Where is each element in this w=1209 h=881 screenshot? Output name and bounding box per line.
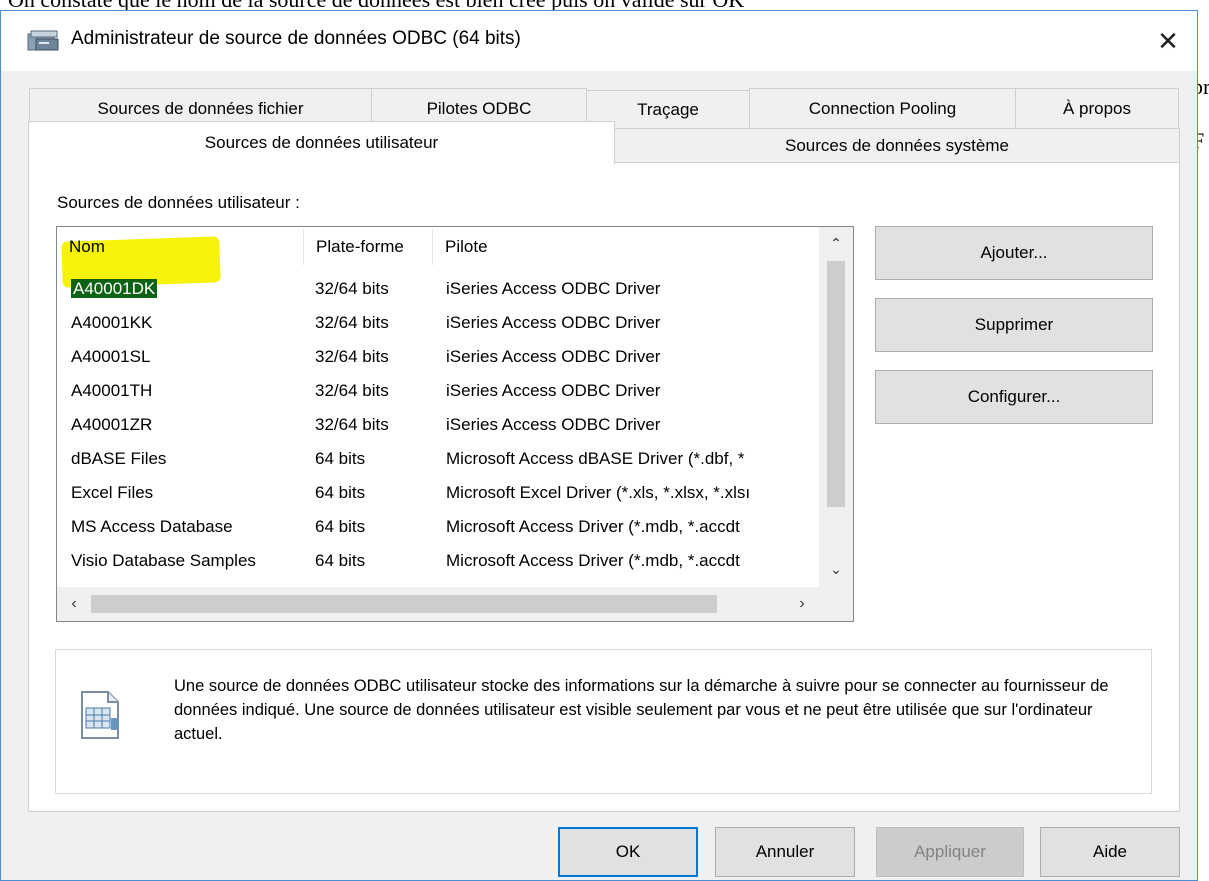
window-title: Administrateur de source de données ODBC… (71, 28, 521, 49)
table-row[interactable]: Excel Files 64 bits Microsoft Excel Driv… (57, 476, 817, 510)
data-source-icon (81, 691, 119, 739)
cell-plateforme: 64 bits (315, 551, 366, 570)
vertical-scroll-thumb[interactable] (827, 261, 845, 507)
info-box: Une source de données ODBC utilisateur s… (55, 649, 1152, 794)
cell-plateforme: 32/64 bits (315, 347, 389, 366)
configure-button[interactable]: Configurer... (875, 370, 1153, 424)
remove-button[interactable]: Supprimer (875, 298, 1153, 352)
table-row[interactable]: A40001TH 32/64 bits iSeries Access ODBC … (57, 374, 817, 408)
close-icon: ✕ (1157, 25, 1179, 56)
cell-nom: A40001SL (71, 347, 151, 366)
title-bar[interactable]: Administrateur de source de données ODBC… (1, 11, 1197, 71)
cell-pilote: iSeries Access ODBC Driver (446, 279, 661, 298)
cell-pilote: iSeries Access ODBC Driver (446, 347, 661, 366)
odbc-admin-icon (27, 30, 59, 51)
apply-button[interactable]: Appliquer (876, 827, 1024, 877)
horizontal-scroll-thumb[interactable] (91, 595, 717, 613)
cell-pilote: Microsoft Access dBASE Driver (*.dbf, * (446, 449, 745, 468)
horizontal-scrollbar[interactable]: ‹ › (57, 587, 819, 621)
add-button[interactable]: Ajouter... (875, 226, 1153, 280)
tab-a-propos[interactable]: À propos (1015, 88, 1179, 130)
cell-pilote: iSeries Access ODBC Driver (446, 415, 661, 434)
cell-plateforme: 32/64 bits (315, 279, 389, 298)
tab-sources-systeme[interactable]: Sources de données système (614, 128, 1180, 163)
cell-plateforme: 64 bits (315, 449, 366, 468)
cell-pilote: iSeries Access ODBC Driver (446, 381, 661, 400)
column-header-nom[interactable]: Nom (57, 227, 303, 267)
cell-nom: MS Access Database (71, 517, 233, 536)
cell-pilote: Microsoft Excel Driver (*.xls, *.xlsx, *… (446, 483, 751, 502)
table-row[interactable]: Visio Database Samples 64 bits Microsoft… (57, 544, 817, 578)
cell-nom: Excel Files (71, 483, 154, 502)
list-header: Nom Plate-forme Pilote (57, 227, 817, 267)
table-row[interactable]: A40001SL 32/64 bits iSeries Access ODBC … (57, 340, 817, 374)
cell-nom: Visio Database Samples (71, 551, 256, 570)
table-row[interactable]: MS Access Database 64 bits Microsoft Acc… (57, 510, 817, 544)
cell-plateforme: 32/64 bits (315, 381, 389, 400)
odbc-admin-dialog: Administrateur de source de données ODBC… (0, 10, 1198, 881)
scroll-left-icon[interactable]: ‹ (57, 587, 91, 621)
scroll-right-icon[interactable]: › (785, 587, 819, 621)
tab-connection-pooling[interactable]: Connection Pooling (749, 88, 1016, 130)
cell-plateforme: 32/64 bits (315, 313, 389, 332)
table-row[interactable]: A40001KK 32/64 bits iSeries Access ODBC … (57, 306, 817, 340)
table-row[interactable]: A40001DK 32/64 bits iSeries Access ODBC … (57, 272, 817, 306)
scroll-down-icon[interactable]: ⌄ (819, 553, 853, 585)
vertical-scrollbar[interactable]: ⌃ ⌄ (819, 227, 853, 587)
cell-nom: dBASE Files (71, 449, 167, 468)
cell-pilote: Microsoft Access Driver (*.mdb, *.accdt (446, 551, 740, 570)
cell-nom: A40001DK (71, 279, 158, 298)
table-row[interactable]: A40001ZR 32/64 bits iSeries Access ODBC … (57, 408, 817, 442)
cell-nom: A40001KK (71, 313, 153, 332)
scroll-up-icon[interactable]: ⌃ (819, 227, 853, 259)
cell-pilote: iSeries Access ODBC Driver (446, 313, 661, 332)
column-header-plateforme[interactable]: Plate-forme (304, 227, 432, 267)
ok-button[interactable]: OK (558, 827, 698, 877)
table-row[interactable]: dBASE Files 64 bits Microsoft Access dBA… (57, 442, 817, 476)
cell-plateforme: 64 bits (315, 483, 366, 502)
cell-pilote: Microsoft Access Driver (*.mdb, *.accdt (446, 517, 740, 536)
scrollbar-corner (819, 587, 853, 621)
tab-sources-utilisateur[interactable]: Sources de données utilisateur (28, 121, 615, 164)
cell-nom: A40001TH (71, 381, 153, 400)
cell-plateforme: 32/64 bits (315, 415, 389, 434)
data-source-list[interactable]: Nom Plate-forme Pilote A40001DK 32/64 bi… (56, 226, 854, 622)
cell-plateforme: 64 bits (315, 517, 366, 536)
cancel-button[interactable]: Annuler (715, 827, 855, 877)
cell-nom: A40001ZR (71, 415, 153, 434)
info-text: Une source de données ODBC utilisateur s… (174, 677, 1109, 743)
section-label: Sources de données utilisateur : (57, 193, 300, 212)
column-header-pilote[interactable]: Pilote (433, 227, 817, 267)
close-button[interactable]: ✕ (1139, 11, 1197, 71)
help-button[interactable]: Aide (1040, 827, 1180, 877)
user-dsn-panel: Sources de données utilisateur : Nom Pla… (28, 162, 1180, 812)
